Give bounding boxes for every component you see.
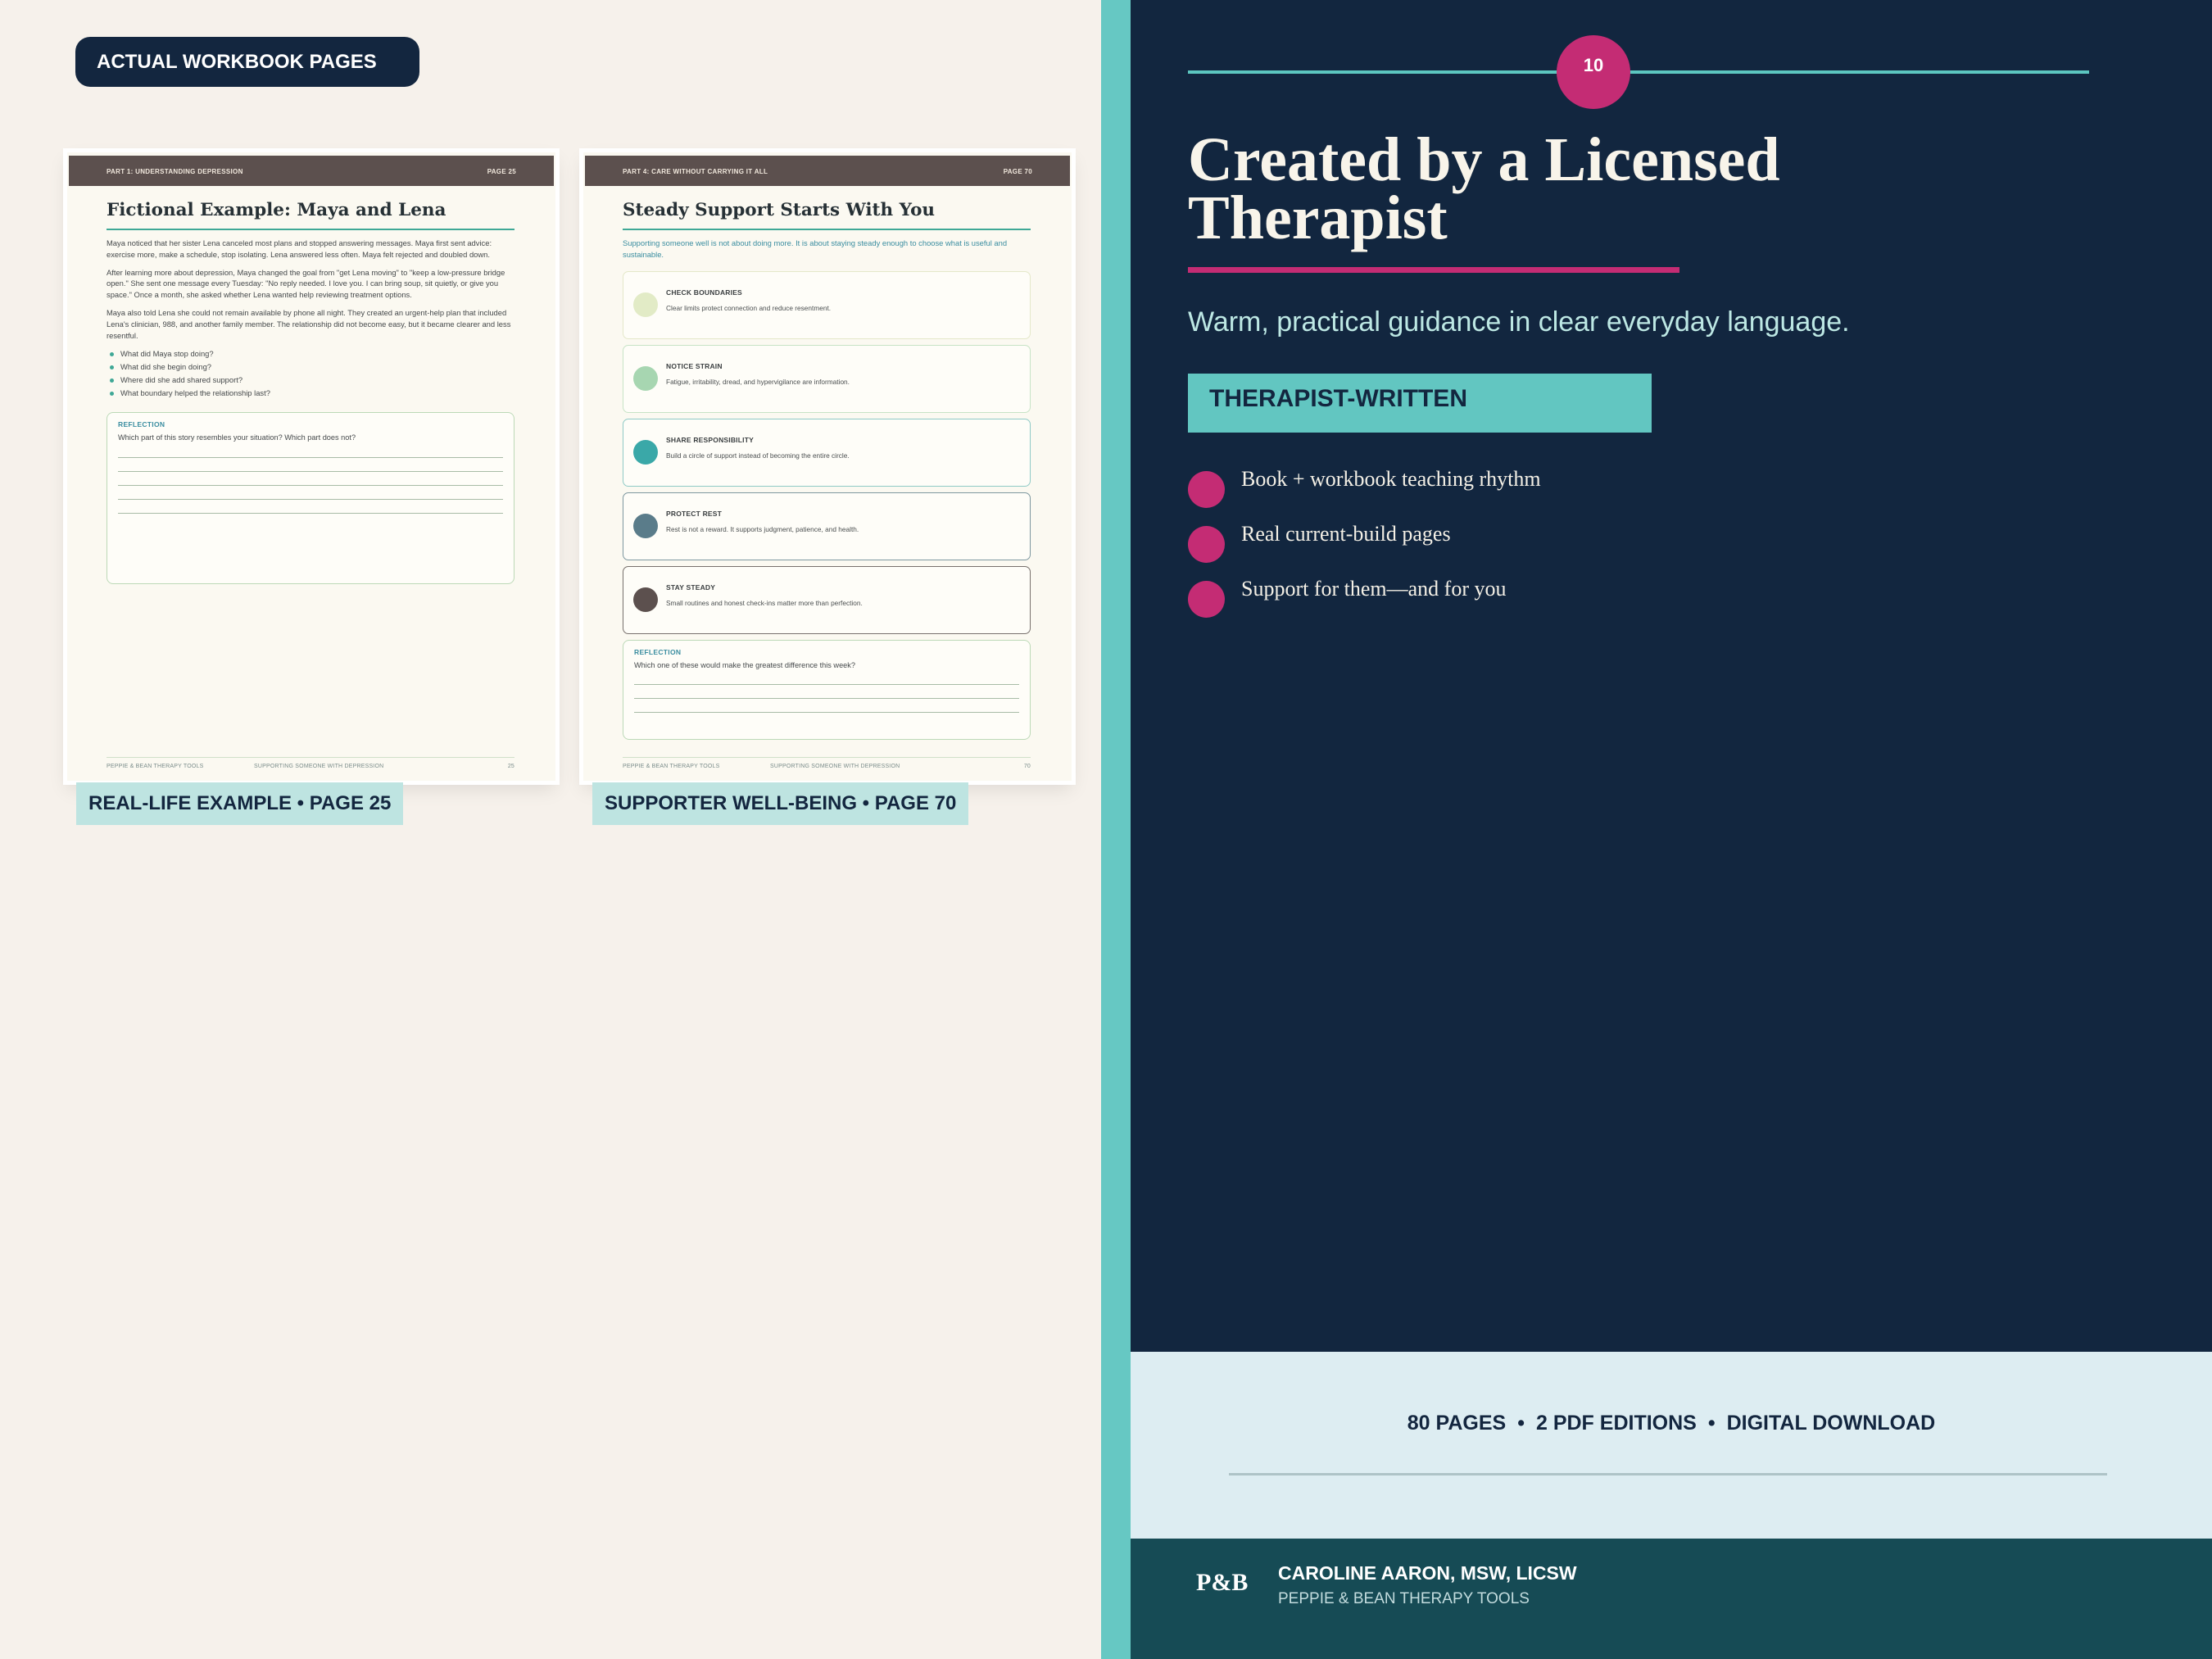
slide-number-badge: 10	[1557, 35, 1630, 109]
support-card: NOTICE STRAIN Fatigue, irritability, dre…	[623, 345, 1031, 413]
spec-format: DIGITAL DOWNLOAD	[1726, 1412, 1936, 1435]
page-header: PART 4: CARE WITHOUT CARRYING IT ALL PAG…	[585, 156, 1070, 186]
reflection-title: REFLECTION	[634, 648, 682, 656]
writing-line	[118, 457, 503, 458]
subheadline: Warm, practical guidance in clear everyd…	[1188, 306, 1850, 338]
list-item: What boundary helped the relationship la…	[107, 387, 511, 400]
writing-line	[634, 712, 1019, 713]
page-25-caption: REAL-LIFE EXAMPLE • PAGE 25	[76, 782, 404, 825]
specs-rule	[1229, 1473, 2107, 1475]
writing-line	[118, 485, 503, 486]
writing-line	[118, 499, 503, 500]
feature-text: Book + workbook teaching rhythm	[1241, 467, 1541, 491]
card-title: CHECK BOUNDARIES	[666, 288, 742, 297]
support-card: SHARE RESPONSIBILITY Build a circle of s…	[623, 419, 1031, 487]
writing-line	[118, 513, 503, 514]
circle-icon	[633, 292, 658, 317]
page-footer: PEPPIE & BEAN THERAPY TOOLS SUPPORTING S…	[623, 757, 1031, 769]
page-70-caption: SUPPORTER WELL-BEING • PAGE 70	[592, 782, 969, 825]
author-organization: PEPPIE & BEAN THERAPY TOOLS	[1278, 1590, 1530, 1607]
writing-line	[634, 698, 1019, 699]
therapist-written-tag: THERAPIST-WRITTEN	[1188, 374, 1652, 433]
circle-icon	[633, 440, 658, 465]
circle-icon	[633, 366, 658, 391]
support-card: CHECK BOUNDARIES Clear limits protect co…	[623, 271, 1031, 339]
page-title: Fictional Example: Maya and Lena	[107, 200, 514, 230]
card-description: Fatigue, irritability, dread, and hyperv…	[666, 378, 850, 386]
page-intro: Supporting someone well is not about doi…	[623, 238, 1008, 259]
page-footer: PEPPIE & BEAN THERAPY TOOLS SUPPORTING S…	[107, 757, 514, 769]
footer-page-number: 70	[1023, 764, 1031, 769]
spec-editions: 2 PDF EDITIONS	[1535, 1412, 1697, 1435]
page-paragraph: After learning more about depression, Ma…	[107, 267, 505, 300]
bullet-dot-icon	[1188, 471, 1225, 508]
footer-brand: PEPPIE & BEAN THERAPY TOOLS	[107, 764, 204, 769]
footer-brand: PEPPIE & BEAN THERAPY TOOLS	[623, 764, 720, 769]
feature-text: Support for them—and for you	[1241, 577, 1507, 601]
author-name: CAROLINE AARON, MSW, LICSW	[1278, 1562, 1577, 1584]
workbook-page-70: PART 4: CARE WITHOUT CARRYING IT ALL PAG…	[583, 152, 1072, 781]
feature-text: Real current-build pages	[1241, 522, 1451, 546]
reflection-question: Which part of this story resembles your …	[118, 433, 356, 442]
page-number-label: PAGE 70	[1003, 168, 1032, 175]
question-list: What did Maya stop doing? What did she b…	[107, 347, 511, 400]
footer-book-title: SUPPORTING SOMEONE WITH DEPRESSION	[770, 764, 900, 769]
writing-line	[118, 471, 503, 472]
reflection-question: Which one of these would make the greate…	[634, 661, 855, 669]
bullet-dot-icon	[1188, 581, 1225, 618]
workbook-pages-badge: ACTUAL WORKBOOK PAGES	[75, 37, 419, 87]
support-card: PROTECT REST Rest is not a reward. It su…	[623, 492, 1031, 560]
footer-page-number: 25	[507, 764, 514, 769]
card-title: SHARE RESPONSIBILITY	[666, 436, 754, 444]
reflection-title: REFLECTION	[118, 420, 165, 428]
page-section-label: PART 1: UNDERSTANDING DEPRESSION	[107, 168, 243, 175]
spec-separator: •	[1517, 1412, 1525, 1435]
reflection-box: REFLECTION Which one of these would make…	[623, 640, 1031, 740]
spec-separator: •	[1707, 1412, 1716, 1435]
page-number-label: PAGE 25	[487, 168, 516, 175]
product-specs-strip: 80 PAGES • 2 PDF EDITIONS • DIGITAL DOWNLOAD	[1131, 1352, 2212, 1539]
headline-line-2: Therapist	[1188, 184, 1448, 252]
list-item: Where did she add shared support?	[107, 374, 511, 387]
divider-stripe	[1101, 0, 1131, 1659]
circle-icon	[633, 514, 658, 538]
author-footer: P&B CAROLINE AARON, MSW, LICSW PEPPIE & …	[1131, 1539, 2212, 1659]
card-title: PROTECT REST	[666, 510, 723, 518]
support-card: STAY STEADY Small routines and honest ch…	[623, 566, 1031, 634]
page-section-label: PART 4: CARE WITHOUT CARRYING IT ALL	[623, 168, 768, 175]
card-title: NOTICE STRAIN	[666, 362, 723, 370]
product-specs: 80 PAGES • 2 PDF EDITIONS • DIGITAL DOWNLOAD	[1131, 1412, 2212, 1435]
workbook-page-25: PART 1: UNDERSTANDING DEPRESSION PAGE 25…	[67, 152, 555, 781]
card-description: Build a circle of support instead of bec…	[666, 451, 850, 460]
reflection-box: REFLECTION Which part of this story rese…	[107, 412, 514, 584]
spec-pages: 80 PAGES	[1407, 1412, 1507, 1435]
footer-book-title: SUPPORTING SOMEONE WITH DEPRESSION	[254, 764, 384, 769]
headline: Created by a Licensed Therapist	[1188, 129, 2130, 249]
headline-underline	[1188, 267, 1679, 273]
list-item: What did Maya stop doing?	[107, 347, 511, 360]
card-description: Small routines and honest check-ins matt…	[666, 599, 863, 607]
page-paragraph: Maya also told Lena she could not remain…	[107, 307, 511, 340]
workbook-preview-panel: ACTUAL WORKBOOK PAGES PART 1: UNDERSTAND…	[0, 0, 1101, 1659]
card-description: Clear limits protect connection and redu…	[666, 304, 832, 312]
brand-logo: P&B	[1196, 1569, 1249, 1596]
page-paragraph: Maya noticed that her sister Lena cancel…	[107, 238, 492, 259]
list-item: What did she begin doing?	[107, 360, 511, 374]
info-panel: 10 Created by a Licensed Therapist Warm,…	[1131, 0, 2212, 1659]
writing-line	[634, 684, 1019, 685]
card-description: Rest is not a reward. It supports judgme…	[666, 525, 859, 533]
page-title: Steady Support Starts With You	[623, 200, 1031, 230]
bullet-dot-icon	[1188, 526, 1225, 563]
page-header: PART 1: UNDERSTANDING DEPRESSION PAGE 25	[69, 156, 554, 186]
card-title: STAY STEADY	[666, 583, 716, 592]
page-body: Maya noticed that her sister Lena cancel…	[107, 238, 511, 400]
circle-icon	[633, 587, 658, 612]
top-rule	[1188, 70, 2089, 74]
